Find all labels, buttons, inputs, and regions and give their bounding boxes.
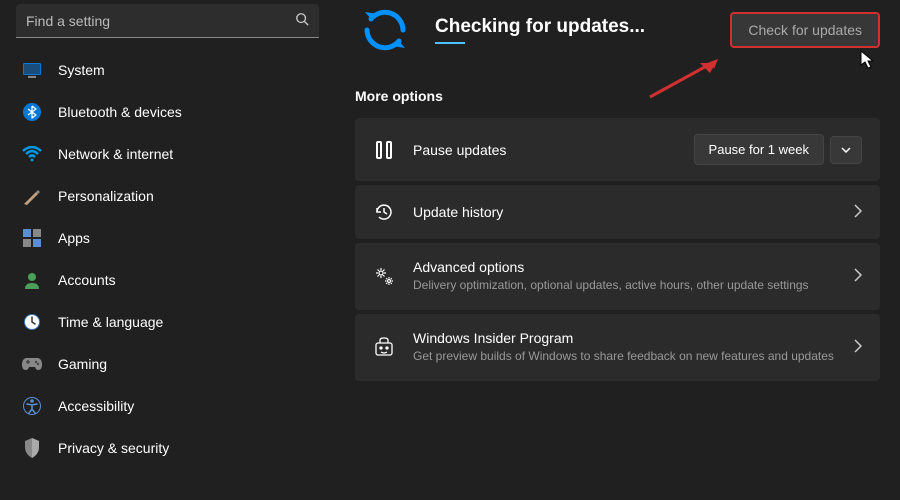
sidebar-item-accounts[interactable]: Accounts bbox=[8, 260, 327, 300]
sidebar-item-label: Time & language bbox=[58, 314, 163, 330]
status-title: Checking for updates... bbox=[435, 16, 710, 38]
sidebar-item-personalization[interactable]: Personalization bbox=[8, 176, 327, 216]
advanced-options-card[interactable]: Advanced options Delivery optimization, … bbox=[355, 243, 880, 310]
insider-title: Windows Insider Program bbox=[413, 330, 836, 346]
search-input[interactable] bbox=[16, 4, 319, 38]
sidebar-item-bluetooth[interactable]: Bluetooth & devices bbox=[8, 92, 327, 132]
main-content: Checking for updates... Check for update… bbox=[335, 0, 900, 500]
accessibility-icon bbox=[22, 396, 42, 416]
pause-dropdown-caret[interactable] bbox=[830, 136, 862, 164]
update-history-card[interactable]: Update history bbox=[355, 185, 880, 239]
check-for-updates-button[interactable]: Check for updates bbox=[730, 12, 880, 48]
sidebar-item-label: Gaming bbox=[58, 356, 107, 372]
history-icon bbox=[373, 201, 395, 223]
sidebar-item-label: System bbox=[58, 62, 105, 78]
sidebar-item-privacy[interactable]: Privacy & security bbox=[8, 428, 327, 468]
advanced-subtitle: Delivery optimization, optional updates,… bbox=[413, 277, 836, 294]
sidebar-item-network[interactable]: Network & internet bbox=[8, 134, 327, 174]
sidebar-item-label: Privacy & security bbox=[58, 440, 169, 456]
sidebar-item-label: Network & internet bbox=[58, 146, 173, 162]
bluetooth-icon bbox=[22, 102, 42, 122]
pause-updates-card[interactable]: Pause updates Pause for 1 week bbox=[355, 118, 880, 181]
system-icon bbox=[22, 60, 42, 80]
insider-subtitle: Get preview builds of Windows to share f… bbox=[413, 348, 836, 365]
apps-icon bbox=[22, 228, 42, 248]
privacy-icon bbox=[22, 438, 42, 458]
chevron-right-icon bbox=[854, 204, 862, 221]
personalization-icon bbox=[22, 186, 42, 206]
wifi-icon bbox=[22, 144, 42, 164]
sidebar-item-label: Apps bbox=[58, 230, 90, 246]
history-title: Update history bbox=[413, 204, 836, 220]
search-field[interactable] bbox=[26, 13, 295, 29]
sidebar-item-label: Accounts bbox=[58, 272, 116, 288]
advanced-icon bbox=[373, 265, 395, 287]
sidebar-item-system[interactable]: System bbox=[8, 50, 327, 90]
sidebar-item-accessibility[interactable]: Accessibility bbox=[8, 386, 327, 426]
sidebar-item-label: Accessibility bbox=[58, 398, 134, 414]
chevron-right-icon bbox=[854, 339, 862, 356]
sidebar-item-gaming[interactable]: Gaming bbox=[8, 344, 327, 384]
cursor-icon bbox=[860, 50, 876, 70]
sidebar-item-time[interactable]: Time & language bbox=[8, 302, 327, 342]
gaming-icon bbox=[22, 354, 42, 374]
sidebar: System Bluetooth & devices Network & int… bbox=[0, 0, 335, 500]
more-options-heading: More options bbox=[355, 88, 880, 104]
insider-icon bbox=[373, 336, 395, 358]
sidebar-item-label: Bluetooth & devices bbox=[58, 104, 182, 120]
accounts-icon bbox=[22, 270, 42, 290]
update-status-row: Checking for updates... Check for update… bbox=[355, 0, 880, 78]
update-sync-icon bbox=[355, 0, 415, 60]
pause-icon bbox=[373, 139, 395, 161]
sidebar-item-apps[interactable]: Apps bbox=[8, 218, 327, 258]
pause-dropdown[interactable]: Pause for 1 week bbox=[694, 134, 824, 165]
progress-indicator bbox=[435, 42, 465, 44]
chevron-right-icon bbox=[854, 268, 862, 285]
pause-title: Pause updates bbox=[413, 142, 676, 158]
time-icon bbox=[22, 312, 42, 332]
advanced-title: Advanced options bbox=[413, 259, 836, 275]
insider-program-card[interactable]: Windows Insider Program Get preview buil… bbox=[355, 314, 880, 381]
sidebar-item-label: Personalization bbox=[58, 188, 154, 204]
search-icon bbox=[295, 12, 309, 29]
